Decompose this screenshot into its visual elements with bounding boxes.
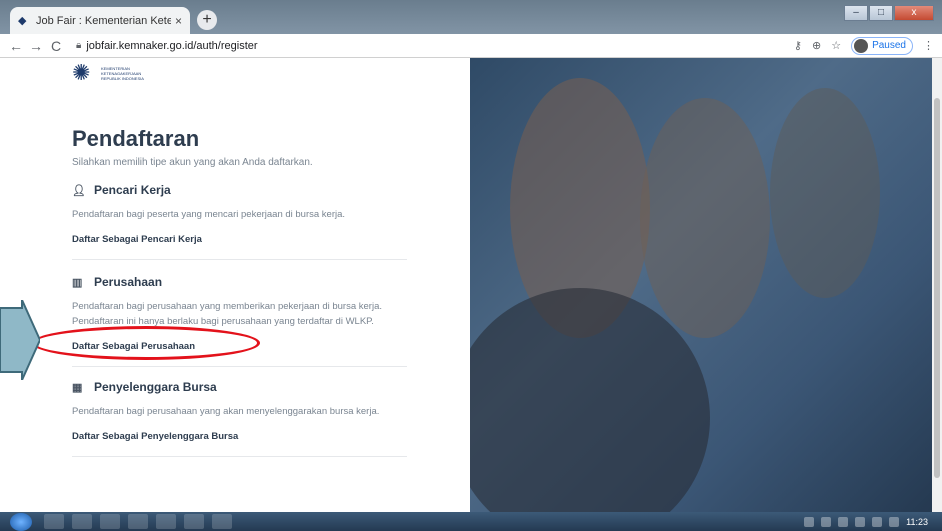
- tray-icon[interactable]: [804, 516, 815, 527]
- divider: [72, 366, 407, 367]
- divider: [72, 259, 407, 260]
- section-description: Pendaftaran bagi peserta yang mencari pe…: [72, 209, 346, 220]
- daftar-penyelenggara-bursa-link[interactable]: Daftar Sebagai Penyelenggara Bursa: [72, 431, 407, 442]
- start-button[interactable]: [10, 512, 32, 531]
- section-title: Pencari Kerja: [94, 183, 171, 197]
- tray-icon[interactable]: [821, 516, 832, 527]
- toolbar-right: ⚷ ⊕ ☆ Paused ⋮: [794, 36, 934, 55]
- avatar: [854, 38, 869, 53]
- registration-panel: ✺ KEMENTERIAN KETENAGAKERJAAN REPUBLIK I…: [0, 58, 470, 512]
- section-heading: ▦ Penyelenggara Bursa: [72, 380, 407, 394]
- browser-window: ◆ Job Fair : Kementerian Ketenaga × + – …: [0, 0, 942, 512]
- scrollbar-thumb[interactable]: [934, 98, 940, 478]
- reload-button[interactable]: C: [46, 38, 66, 54]
- section-heading: ▥ Perusahaan: [72, 275, 407, 289]
- tray-icon[interactable]: [855, 516, 866, 527]
- tab-bar: ◆ Job Fair : Kementerian Ketenaga × + – …: [0, 0, 942, 34]
- logo-text: KEMENTERIAN KETENAGAKERJAAN REPUBLIK IND…: [101, 65, 144, 81]
- page-content: ✺ KEMENTERIAN KETENAGAKERJAAN REPUBLIK I…: [0, 58, 942, 512]
- maximize-button[interactable]: □: [869, 5, 893, 21]
- kemnaker-favicon-icon: ◆: [18, 14, 27, 27]
- section-heading: 👤︎ Pencari Kerja: [72, 183, 407, 197]
- taskbar-app-icon[interactable]: [44, 514, 64, 529]
- tray-icon[interactable]: [889, 516, 900, 527]
- section-title: Penyelenggara Bursa: [94, 380, 217, 394]
- section-description: Pendaftaran bagi perusahaan yang akan me…: [72, 406, 380, 417]
- page-title: Pendaftaran: [72, 126, 200, 151]
- kemnaker-emblem-icon: ✺: [72, 60, 91, 85]
- taskbar-app-icon[interactable]: [128, 514, 148, 529]
- divider: [72, 456, 407, 457]
- profile-button[interactable]: Paused: [851, 36, 913, 55]
- profile-status: Paused: [872, 40, 906, 51]
- daftar-pencari-kerja-link[interactable]: Daftar Sebagai Pencari Kerja: [72, 234, 407, 245]
- close-tab-icon[interactable]: ×: [175, 14, 182, 28]
- star-icon[interactable]: ☆: [831, 39, 841, 52]
- hero-photo: [470, 58, 942, 512]
- taskbar-app-icon[interactable]: [212, 514, 232, 529]
- lock-icon[interactable]: 🔒︎: [76, 40, 81, 51]
- photo-figure: [640, 98, 770, 338]
- section-description: Pendaftaran bagi perusahaan yang memberi…: [72, 301, 383, 327]
- clock[interactable]: 11:23: [906, 517, 928, 527]
- organizer-icon: ▦: [72, 381, 83, 394]
- windows-taskbar: 11:23: [0, 512, 942, 531]
- close-window-button[interactable]: x: [894, 5, 934, 21]
- extension-icon[interactable]: ⊕: [812, 39, 821, 52]
- pointer-arrow-icon: [0, 300, 40, 380]
- section-penyelenggara-bursa: ▦ Penyelenggara Bursa Pendaftaran bagi p…: [72, 380, 407, 442]
- kemnaker-logo[interactable]: ✺ KEMENTERIAN KETENAGAKERJAAN REPUBLIK I…: [72, 60, 151, 86]
- taskbar-app-icon[interactable]: [184, 514, 204, 529]
- key-icon[interactable]: ⚷: [794, 39, 802, 52]
- chrome-taskbar-icon[interactable]: [100, 514, 120, 529]
- browser-tab[interactable]: ◆ Job Fair : Kementerian Ketenaga ×: [10, 7, 190, 34]
- window-controls: – □ x: [844, 5, 934, 21]
- building-icon: ▥: [72, 276, 83, 289]
- section-title: Perusahaan: [94, 275, 163, 289]
- tab-title: Job Fair : Kementerian Ketenaga: [36, 14, 171, 27]
- user-icon: 👤︎: [72, 184, 86, 197]
- page-scrollbar[interactable]: [932, 58, 942, 512]
- photo-figure: [770, 88, 880, 298]
- highlight-ellipse: [32, 326, 260, 360]
- address-bar[interactable]: jobfair.kemnaker.go.id/auth/register: [86, 40, 794, 52]
- tray-icon[interactable]: [838, 516, 849, 527]
- menu-icon[interactable]: ⋮: [923, 39, 934, 52]
- back-button[interactable]: ←: [6, 38, 26, 54]
- browser-toolbar: ← → C 🔒︎ jobfair.kemnaker.go.id/auth/reg…: [0, 34, 942, 58]
- new-tab-button[interactable]: +: [197, 10, 217, 30]
- tray-icon[interactable]: [872, 516, 883, 527]
- taskbar-app-icon[interactable]: [72, 514, 92, 529]
- minimize-button[interactable]: –: [844, 5, 868, 21]
- system-tray: 11:23: [804, 516, 928, 527]
- forward-button[interactable]: →: [26, 38, 46, 54]
- section-pencari-kerja: 👤︎ Pencari Kerja Pendaftaran bagi pesert…: [72, 183, 407, 245]
- page-subtitle: Silahkan memilih tipe akun yang akan And…: [72, 157, 313, 168]
- taskbar-app-icon[interactable]: [156, 514, 176, 529]
